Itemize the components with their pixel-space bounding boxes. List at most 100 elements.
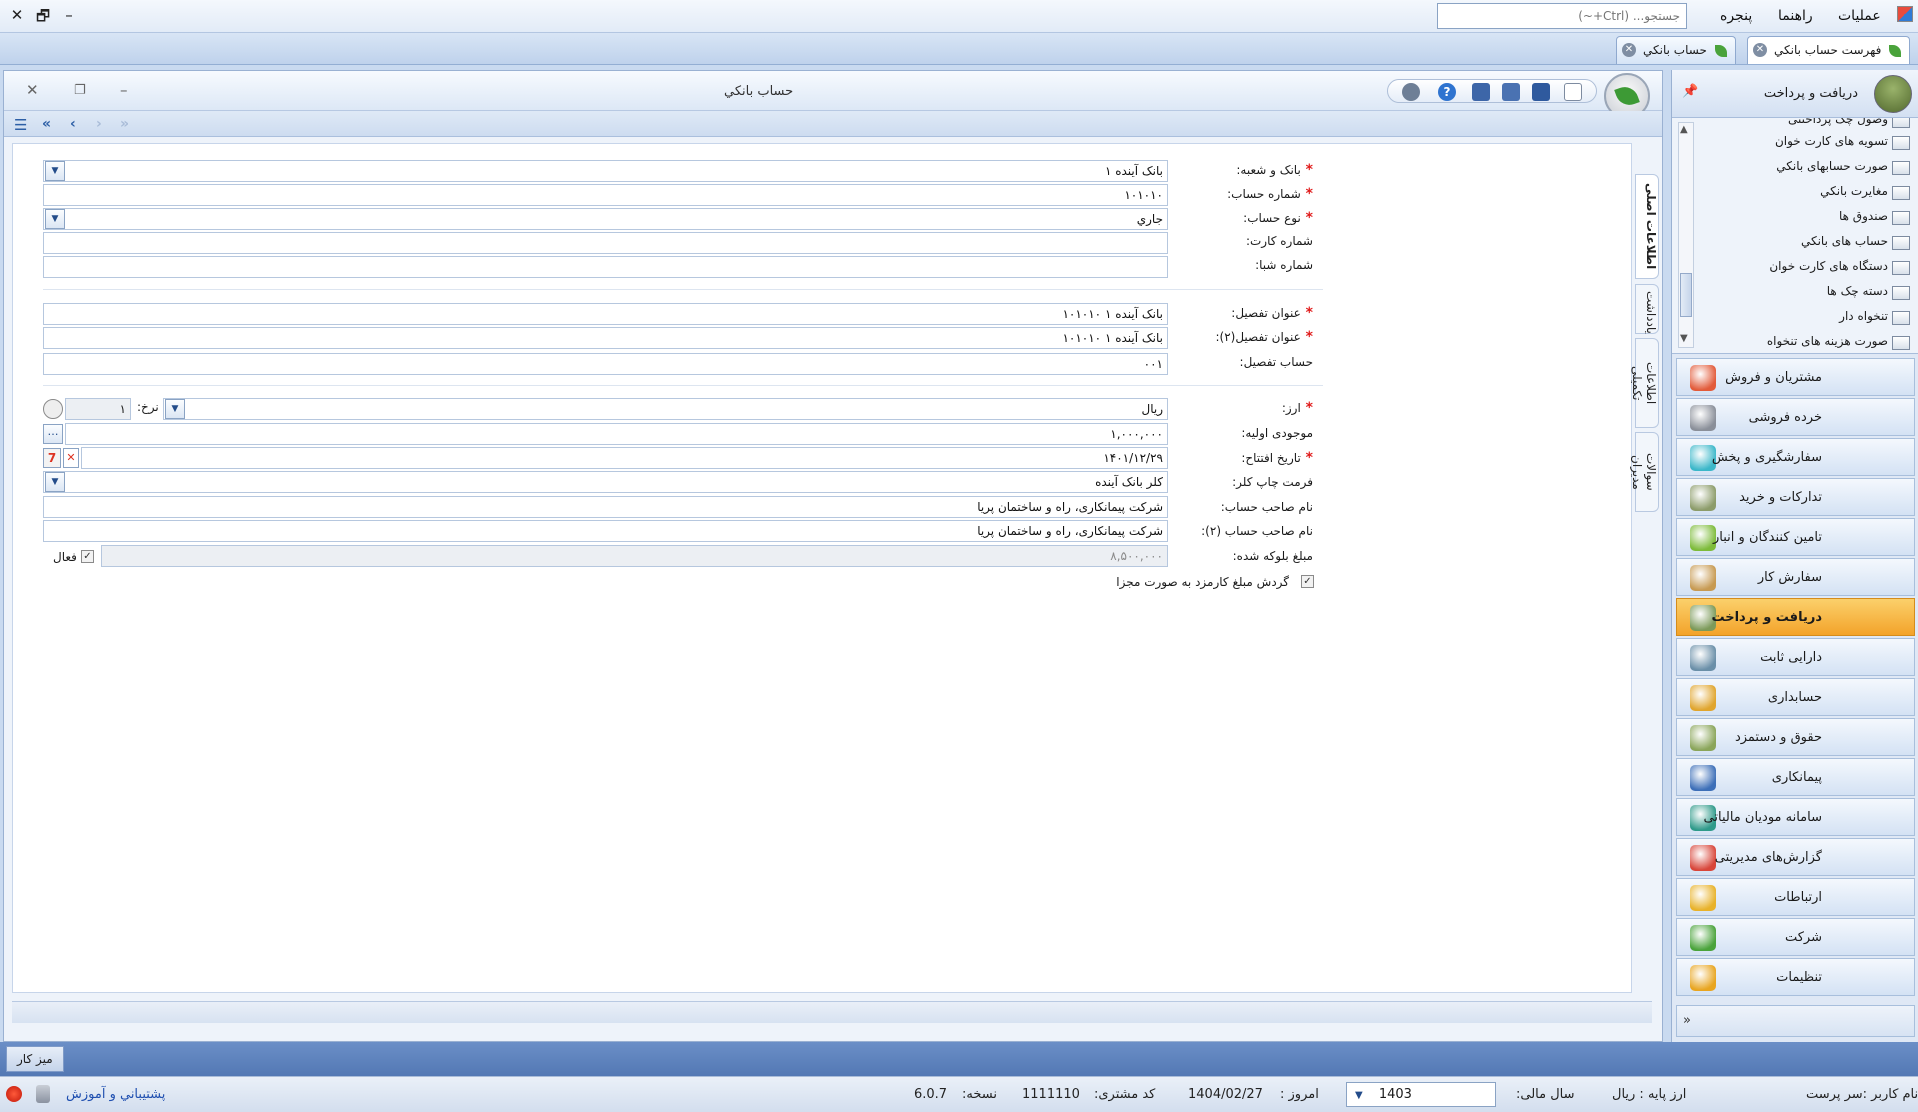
module-procurement[interactable]: تدارکات و خريد — [1676, 478, 1915, 516]
sub-item-cash-boxes[interactable]: صندوق ها — [1839, 209, 1888, 223]
module-contracting[interactable]: پيمانکاری — [1676, 758, 1915, 796]
rate-field[interactable]: ۱ — [65, 398, 131, 420]
next-record-icon[interactable]: › — [96, 116, 102, 132]
menu-operations[interactable]: عمليات — [1838, 8, 1881, 24]
check-print-format-field[interactable]: کلر بانک آينده — [43, 471, 1168, 493]
bank-branch-field[interactable]: بانک آينده ۱ — [43, 160, 1168, 182]
notification-bell-icon[interactable] — [6, 1086, 22, 1102]
sub-item-bank-statements[interactable]: صورت حسابهای بانکي — [1776, 159, 1888, 173]
module-retail[interactable]: خرده فروشی — [1676, 398, 1915, 436]
sub-item-bank-accounts[interactable]: حساب های بانکي — [1801, 234, 1888, 248]
form-close-icon[interactable]: ✕ — [26, 81, 39, 99]
module-tax-system[interactable]: سامانه موديان مالياتی — [1676, 798, 1915, 836]
expand-more-icon[interactable]: » — [1683, 1013, 1691, 1028]
sub-item-pos-devices[interactable]: دستگاه های کارت خوان — [1769, 259, 1888, 273]
account-number-field[interactable]: ۱۰۱۰۱۰ — [43, 184, 1168, 206]
menu-window[interactable]: پنجره — [1720, 8, 1752, 24]
first-record-icon[interactable]: « — [42, 116, 51, 132]
module-receipts-payments[interactable]: دريافت و پرداخت — [1676, 598, 1915, 636]
help-icon[interactable]: ? — [1438, 83, 1456, 101]
tab-extra-info[interactable]: اطلاعات تکمیلی — [1630, 338, 1659, 428]
app-restore-icon[interactable]: 🗗 — [34, 6, 52, 31]
owner-name2-field[interactable]: شرکت پيمانکاری، راه و ساختمان پريا — [43, 520, 1168, 542]
module-settings[interactable]: تنظيمات — [1676, 958, 1915, 996]
sub-item-check-collection[interactable]: وصول چک پرداختنی — [1788, 118, 1888, 126]
active-label: فعال — [53, 550, 77, 564]
fiscal-year-select[interactable]: ▼ 1403 — [1346, 1082, 1496, 1107]
form-statusbar — [12, 1001, 1652, 1023]
sub-item-petty-cash-expenses[interactable]: صورت هزينه های تنخواه — [1767, 334, 1888, 348]
save-new-icon[interactable] — [1502, 83, 1520, 101]
scroll-up-icon[interactable]: ▲ — [1680, 124, 1688, 135]
list-view-icon[interactable]: ☰ — [14, 116, 27, 134]
chevron-down-icon[interactable]: ▼ — [165, 399, 185, 419]
search-input[interactable] — [1437, 3, 1687, 29]
tab-notes[interactable]: یادداشت — [1635, 284, 1659, 334]
tab-label: حساب بانکي — [1643, 43, 1707, 57]
tools-icon[interactable] — [1402, 83, 1420, 101]
tab-manager-questions[interactable]: سوالات مدیران — [1630, 432, 1659, 512]
support-link[interactable]: پشتيباني و آموزش — [66, 1087, 165, 1102]
chevron-down-icon[interactable]: ▼ — [45, 209, 65, 229]
sub-item-checkbooks[interactable]: دسته چک ها — [1827, 284, 1888, 298]
app-close-icon[interactable]: ✕ — [8, 6, 26, 24]
sheba-number-field[interactable] — [43, 256, 1168, 278]
desktop-tab[interactable]: ميز کار — [6, 1046, 64, 1072]
save-icon[interactable] — [1532, 83, 1550, 101]
module-suppliers-warehouse[interactable]: تامين کنندگان و انبار — [1676, 518, 1915, 556]
currency-field[interactable]: ريال — [163, 398, 1168, 420]
scroll-down-icon[interactable]: ▼ — [1680, 333, 1688, 344]
sub-item-pos-settlements[interactable]: تسويه های کارت خوان — [1775, 134, 1888, 148]
sub-list-scrollbar[interactable]: ▲ ▼ — [1678, 122, 1694, 348]
tab-main-info[interactable]: اطلاعات اصلی — [1635, 174, 1659, 279]
module-work-orders[interactable]: سفارش کار — [1676, 558, 1915, 596]
account-type-field[interactable]: جاري — [43, 208, 1168, 230]
detail-title-field[interactable]: بانک آينده ۱ ۱۰۱۰۱۰ — [43, 303, 1168, 325]
menu-help[interactable]: راهنما — [1778, 8, 1813, 24]
menubar: ✕ 🗗 – پنجره راهنما عمليات — [0, 0, 1918, 33]
opening-date-field[interactable]: ۱۴۰۱/۱۲/۲۹ — [81, 447, 1168, 469]
form-restore-icon[interactable]: ❐ — [74, 83, 86, 98]
scrollbar-thumb[interactable] — [1680, 273, 1692, 317]
module-order-distribution[interactable]: سفارشگيری و پخش — [1676, 438, 1915, 476]
module-customers-sales[interactable]: مشتريان و فروش — [1676, 358, 1915, 396]
today-label: امروز : — [1280, 1087, 1319, 1102]
tab-bank-account-list[interactable]: ✕ فهرست حساب بانکي — [1747, 36, 1911, 64]
module-communications[interactable]: ارتباطات — [1676, 878, 1915, 916]
module-accounting[interactable]: حسابداری — [1676, 678, 1915, 716]
currency-label: * ارز: — [1281, 400, 1313, 416]
detail-title2-field[interactable]: بانک آينده ۱ ۱۰۱۰۱۰ — [43, 327, 1168, 349]
new-document-icon[interactable] — [1564, 83, 1582, 101]
card-number-field[interactable] — [43, 232, 1168, 254]
previous-record-icon[interactable]: ‹ — [70, 116, 76, 132]
last-record-icon[interactable]: » — [120, 116, 129, 132]
chevron-down-icon[interactable]: ▼ — [45, 161, 65, 181]
module-fixed-assets[interactable]: دارايی ثابت — [1676, 638, 1915, 676]
pin-icon[interactable]: 📌 — [1682, 84, 1698, 99]
app-minimize-icon[interactable]: – — [60, 6, 78, 24]
detail-account-field[interactable]: ۰۰۱ — [43, 353, 1168, 375]
save-close-icon[interactable] — [1472, 83, 1490, 101]
refresh-rate-icon[interactable] — [43, 399, 63, 419]
chevron-down-icon[interactable]: ▼ — [45, 472, 65, 492]
tab-bank-account[interactable]: ✕ حساب بانکي — [1616, 36, 1736, 64]
sub-item-bank-reconciliation[interactable]: مغايرت بانکي — [1820, 184, 1888, 198]
calendar-icon[interactable]: 7 — [43, 448, 61, 468]
fee-separate-checkbox[interactable]: ✓ — [1301, 575, 1314, 588]
owner-name-field[interactable]: شرکت پيمانکاری، راه و ساختمان پريا — [43, 496, 1168, 518]
sales-chart-icon — [1690, 365, 1716, 391]
clear-date-icon[interactable]: ✕ — [63, 448, 79, 468]
cart-icon — [1690, 405, 1716, 431]
module-management-reports[interactable]: گزارش‌های مديريتی — [1676, 838, 1915, 876]
more-options-icon[interactable]: … — [43, 424, 63, 444]
close-icon[interactable]: ✕ — [1753, 43, 1767, 57]
module-company[interactable]: شرکت — [1676, 918, 1915, 956]
module-payroll[interactable]: حقوق و دستمزد — [1676, 718, 1915, 756]
close-icon[interactable]: ✕ — [1622, 43, 1636, 57]
sub-item-petty-cash-holders[interactable]: تنخواه دار — [1839, 309, 1888, 323]
form-minimize-icon[interactable]: – — [120, 81, 128, 99]
active-checkbox[interactable]: ✓ — [81, 550, 94, 563]
list-icon — [1892, 161, 1910, 175]
database-icon[interactable] — [36, 1085, 50, 1103]
initial-balance-field[interactable]: ۱,۰۰۰,۰۰۰ — [65, 423, 1168, 445]
